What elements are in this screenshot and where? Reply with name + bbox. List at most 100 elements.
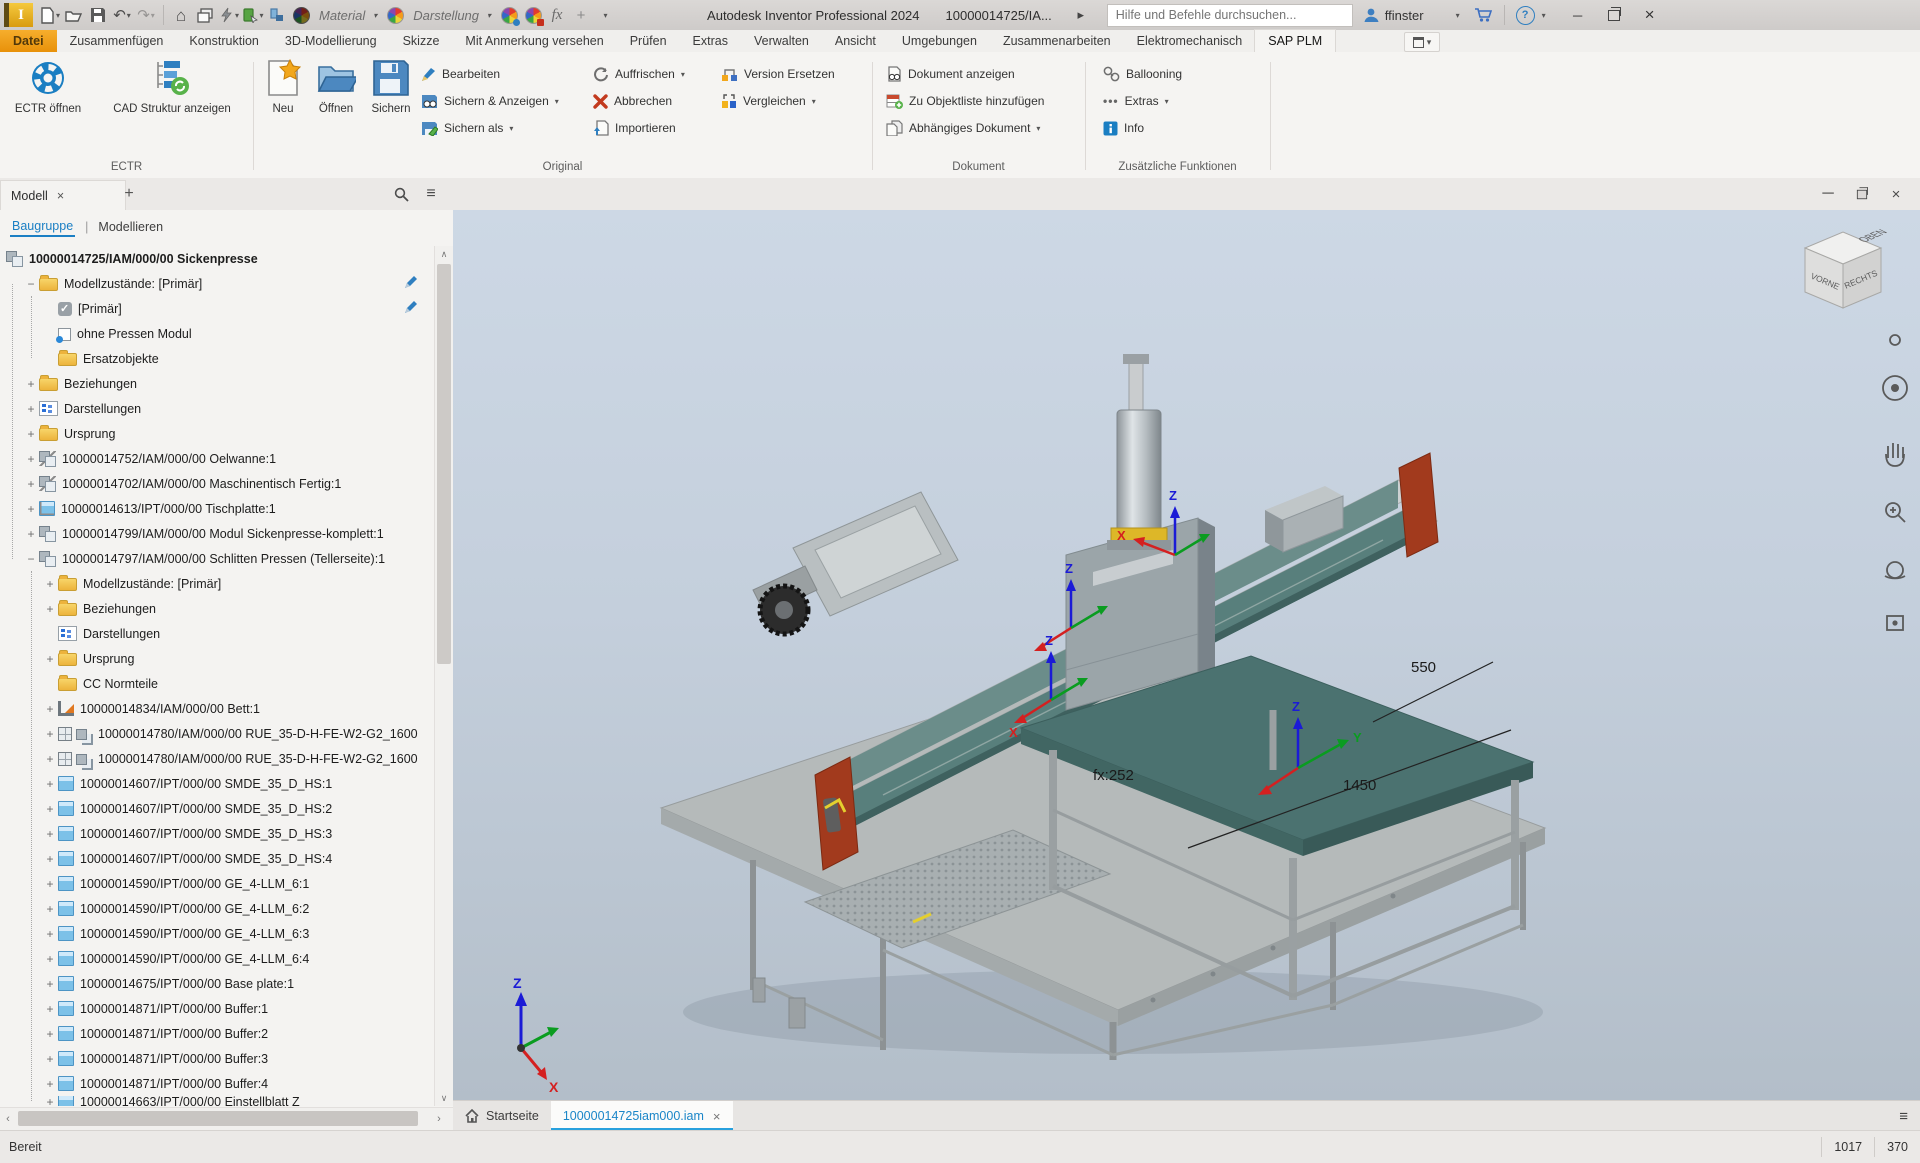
- tree-expander-icon[interactable]: +: [42, 877, 58, 891]
- tab-document-file[interactable]: 10000014725iam000.iam ×: [551, 1101, 733, 1131]
- tab-close-icon[interactable]: ×: [713, 1109, 721, 1124]
- tab-baugruppe[interactable]: Baugruppe: [10, 218, 75, 237]
- save-icon[interactable]: [87, 3, 109, 27]
- tree-expander-icon[interactable]: +: [42, 752, 58, 766]
- appearance-dropdown[interactable]: Darstellung▾: [407, 4, 497, 26]
- inventor-logo-icon[interactable]: I: [4, 3, 33, 27]
- tree-vertical-scrollbar[interactable]: ∧ ∨: [434, 246, 453, 1106]
- ribbon-tab[interactable]: Konstruktion: [176, 30, 271, 52]
- help-search-input[interactable]: [1108, 8, 1352, 22]
- user-name[interactable]: ffinster: [1385, 8, 1424, 23]
- scroll-left-icon[interactable]: ‹: [0, 1108, 16, 1130]
- fx-parameters-icon[interactable]: fx: [546, 3, 568, 27]
- info-button[interactable]: Info: [1103, 118, 1144, 138]
- material-dropdown[interactable]: Material▾: [313, 4, 383, 26]
- color-wheel-icon[interactable]: [384, 3, 406, 27]
- tree-item[interactable]: CC Normteile: [0, 671, 430, 696]
- tree-item[interactable]: + 10000014590/IPT/000/00 GE_4-LLM_6:2: [0, 896, 430, 921]
- bearbeiten-button[interactable]: Bearbeiten: [421, 64, 500, 84]
- ectr-open-button[interactable]: ECTR öffnen: [2, 57, 94, 115]
- tree-expander-icon[interactable]: +: [42, 1027, 58, 1041]
- tree-expander-icon[interactable]: +: [42, 977, 58, 991]
- tree-expander-icon[interactable]: +: [42, 777, 58, 791]
- chevron-down-icon[interactable]: ▾: [259, 11, 263, 20]
- tree-expander-icon[interactable]: +: [23, 477, 39, 491]
- small-part[interactable]: [789, 998, 805, 1028]
- model-canvas[interactable]: 550 1450 fx:252 Z X Z Z X Z Y Z X: [453, 210, 1920, 1100]
- tree-item[interactable]: + 10000014752/IAM/000/00 Oelwanne:1: [0, 446, 430, 471]
- objektliste-button[interactable]: Zu Objektliste hinzufügen: [886, 91, 1044, 111]
- home-icon[interactable]: ⌂: [170, 3, 192, 27]
- cad-structure-button[interactable]: CAD Struktur anzeigen: [96, 57, 248, 115]
- cart-icon[interactable]: [1474, 7, 1493, 23]
- tree-item[interactable]: + 10000014871/IPT/000/00 Buffer:2: [0, 1021, 430, 1046]
- press-cylinder[interactable]: [1107, 354, 1171, 550]
- tree-expander-icon[interactable]: +: [42, 802, 58, 816]
- chevron-down-icon[interactable]: ▾: [1542, 11, 1546, 20]
- tree-item[interactable]: + Ursprung: [0, 421, 430, 446]
- sichern-anzeigen-button[interactable]: Sichern & Anzeigen▾: [421, 91, 559, 111]
- small-part[interactable]: [753, 978, 765, 1002]
- navigation-bar[interactable]: [1883, 335, 1907, 630]
- vergleichen-button[interactable]: Vergleichen▾: [721, 91, 816, 111]
- tree-item[interactable]: Ersatzobjekte: [0, 346, 430, 371]
- tree-expander-icon[interactable]: +: [42, 652, 58, 666]
- tree-expander-icon[interactable]: +: [42, 852, 58, 866]
- tree-item[interactable]: + 10000014607/IPT/000/00 SMDE_35_D_HS:2: [0, 796, 430, 821]
- version-ersetzen-button[interactable]: Version Ersetzen: [721, 64, 835, 84]
- tree-item[interactable]: + 10000014607/IPT/000/00 SMDE_35_D_HS:3: [0, 821, 430, 846]
- chevron-down-icon[interactable]: ▾: [127, 11, 131, 20]
- tree-item[interactable]: [Primär]: [0, 296, 430, 321]
- tree-expander-icon[interactable]: +: [42, 827, 58, 841]
- tree-item[interactable]: + 10000014834/IAM/000/00 Bett:1: [0, 696, 430, 721]
- scroll-down-icon[interactable]: ∨: [435, 1090, 453, 1106]
- tree-item[interactable]: + Darstellungen: [0, 396, 430, 421]
- tree-expander-icon[interactable]: +: [42, 577, 58, 591]
- scroll-right-icon[interactable]: ›: [431, 1108, 447, 1130]
- tree-item[interactable]: + 10000014590/IPT/000/00 GE_4-LLM_6:3: [0, 921, 430, 946]
- tab-modellieren[interactable]: Modellieren: [98, 220, 163, 234]
- chevron-down-icon[interactable]: ▾: [235, 11, 239, 20]
- tree-item[interactable]: + 10000014607/IPT/000/00 SMDE_35_D_HS:4: [0, 846, 430, 871]
- ribbon-tab[interactable]: Zusammenarbeiten: [990, 30, 1124, 52]
- add-panel-button[interactable]: +: [116, 178, 142, 210]
- scroll-up-icon[interactable]: ∧: [435, 246, 453, 262]
- doc-restore-icon[interactable]: [1848, 178, 1876, 210]
- minimize-button[interactable]: ─: [1560, 0, 1596, 30]
- tree-item[interactable]: + Ursprung: [0, 646, 430, 671]
- tree-item[interactable]: + Modellzustände: [Primär]: [0, 571, 430, 596]
- tree-item[interactable]: − Modellzustände: [Primär]: [0, 271, 430, 296]
- panel-tab-modell[interactable]: Modell ×: [0, 180, 126, 210]
- tab-startseite[interactable]: Startseite: [453, 1101, 551, 1131]
- tree-expander-icon[interactable]: +: [42, 602, 58, 616]
- add-qat-icon[interactable]: +: [570, 3, 592, 27]
- tree-item[interactable]: + 10000014780/IAM/000/00 RUE_35-D-H-FE-W…: [0, 721, 430, 746]
- sketch-icon[interactable]: ▾: [218, 3, 240, 27]
- ribbon-tab[interactable]: Verwalten: [741, 30, 822, 52]
- browser-menu-icon[interactable]: ≡: [418, 178, 444, 210]
- tree-item[interactable]: − 10000014797/IAM/000/00 Schlitten Press…: [0, 546, 430, 571]
- close-button[interactable]: ×: [1632, 0, 1668, 30]
- ribbon-tab[interactable]: Elektromechanisch: [1124, 30, 1256, 52]
- tree-expander-icon[interactable]: +: [42, 1077, 58, 1091]
- ribbon-tab[interactable]: Zusammenfügen: [57, 30, 177, 52]
- tree-expander-icon[interactable]: −: [23, 552, 39, 566]
- tree-item[interactable]: + 10000014590/IPT/000/00 GE_4-LLM_6:4: [0, 946, 430, 971]
- auffrischen-button[interactable]: Auffrischen▾: [593, 64, 685, 84]
- importieren-button[interactable]: Importieren: [593, 118, 676, 138]
- feeder-mechanism[interactable]: [753, 492, 958, 634]
- tree-item[interactable]: Darstellungen: [0, 621, 430, 646]
- ribbon-tab[interactable]: Datei: [0, 30, 57, 52]
- extras-button[interactable]: ••• Extras▾: [1103, 91, 1169, 111]
- tree-horizontal-scrollbar[interactable]: ‹ ›: [0, 1107, 453, 1130]
- ballooning-button[interactable]: Ballooning: [1103, 64, 1182, 84]
- tree-expander-icon[interactable]: +: [23, 427, 39, 441]
- ribbon-tab[interactable]: Skizze: [390, 30, 453, 52]
- ribbon-collapse-button[interactable]: ▾: [1404, 32, 1440, 52]
- tree-expander-icon[interactable]: +: [23, 502, 39, 516]
- tree-item[interactable]: + 10000014613/IPT/000/00 Tischplatte:1: [0, 496, 430, 521]
- tree-item[interactable]: + 10000014871/IPT/000/00 Buffer:4: [0, 1071, 430, 1096]
- expand-title-icon[interactable]: ▸: [1070, 3, 1092, 27]
- oeffnen-button[interactable]: Öffnen: [309, 57, 363, 115]
- tree-item[interactable]: + Beziehungen: [0, 596, 430, 621]
